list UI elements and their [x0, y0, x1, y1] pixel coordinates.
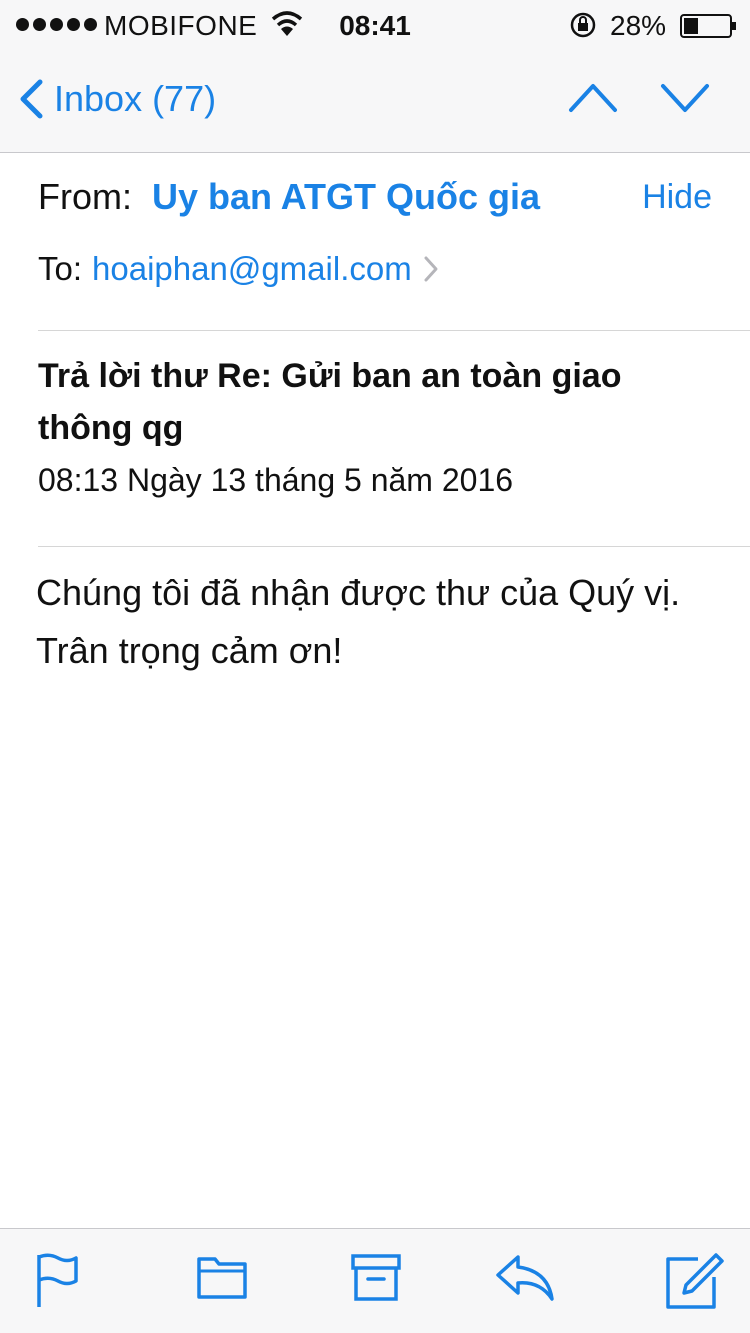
email-subject: Trả lời thư Re: Gửi ban an toàn giao thô…: [38, 357, 622, 447]
archive-icon[interactable]: [350, 1251, 402, 1303]
sender-name[interactable]: Uy ban ATGT Quốc gia: [152, 176, 540, 217]
recipient-address[interactable]: hoaiphan@gmail.com: [92, 250, 412, 288]
battery-icon: [680, 14, 736, 38]
back-label: Inbox (77): [54, 78, 217, 119]
email-date: 08:13 Ngày 13 tháng 5 năm 2016: [38, 462, 514, 498]
from-label: From:: [38, 176, 132, 217]
rotation-lock-icon: [570, 12, 596, 38]
to-row: To: hoaiphan@gmail.com: [38, 250, 440, 288]
top-bar: MOBIFONE 08:41 28% Inbox (77): [0, 0, 750, 153]
next-message-icon[interactable]: [660, 80, 710, 116]
divider: [38, 330, 750, 331]
compose-icon[interactable]: [664, 1251, 724, 1311]
chevron-left-icon: [20, 79, 43, 119]
email-body: Chúng tôi đã nhận được thư của Quý vị. T…: [36, 572, 681, 671]
from-row: From: Uy ban ATGT Quốc gia: [38, 176, 540, 218]
bottom-toolbar: [0, 1228, 750, 1333]
to-label: To:: [38, 250, 83, 287]
status-bar: MOBIFONE 08:41 28%: [0, 0, 750, 50]
reply-icon[interactable]: [494, 1251, 556, 1303]
battery-percent: 28%: [610, 10, 667, 41]
hide-button[interactable]: Hide: [642, 178, 712, 217]
flag-icon[interactable]: [34, 1251, 80, 1309]
back-button[interactable]: Inbox (77): [18, 78, 216, 120]
chevron-right-icon[interactable]: [422, 254, 440, 284]
previous-message-icon[interactable]: [568, 80, 618, 116]
folder-icon[interactable]: [196, 1251, 248, 1301]
divider: [38, 546, 750, 547]
